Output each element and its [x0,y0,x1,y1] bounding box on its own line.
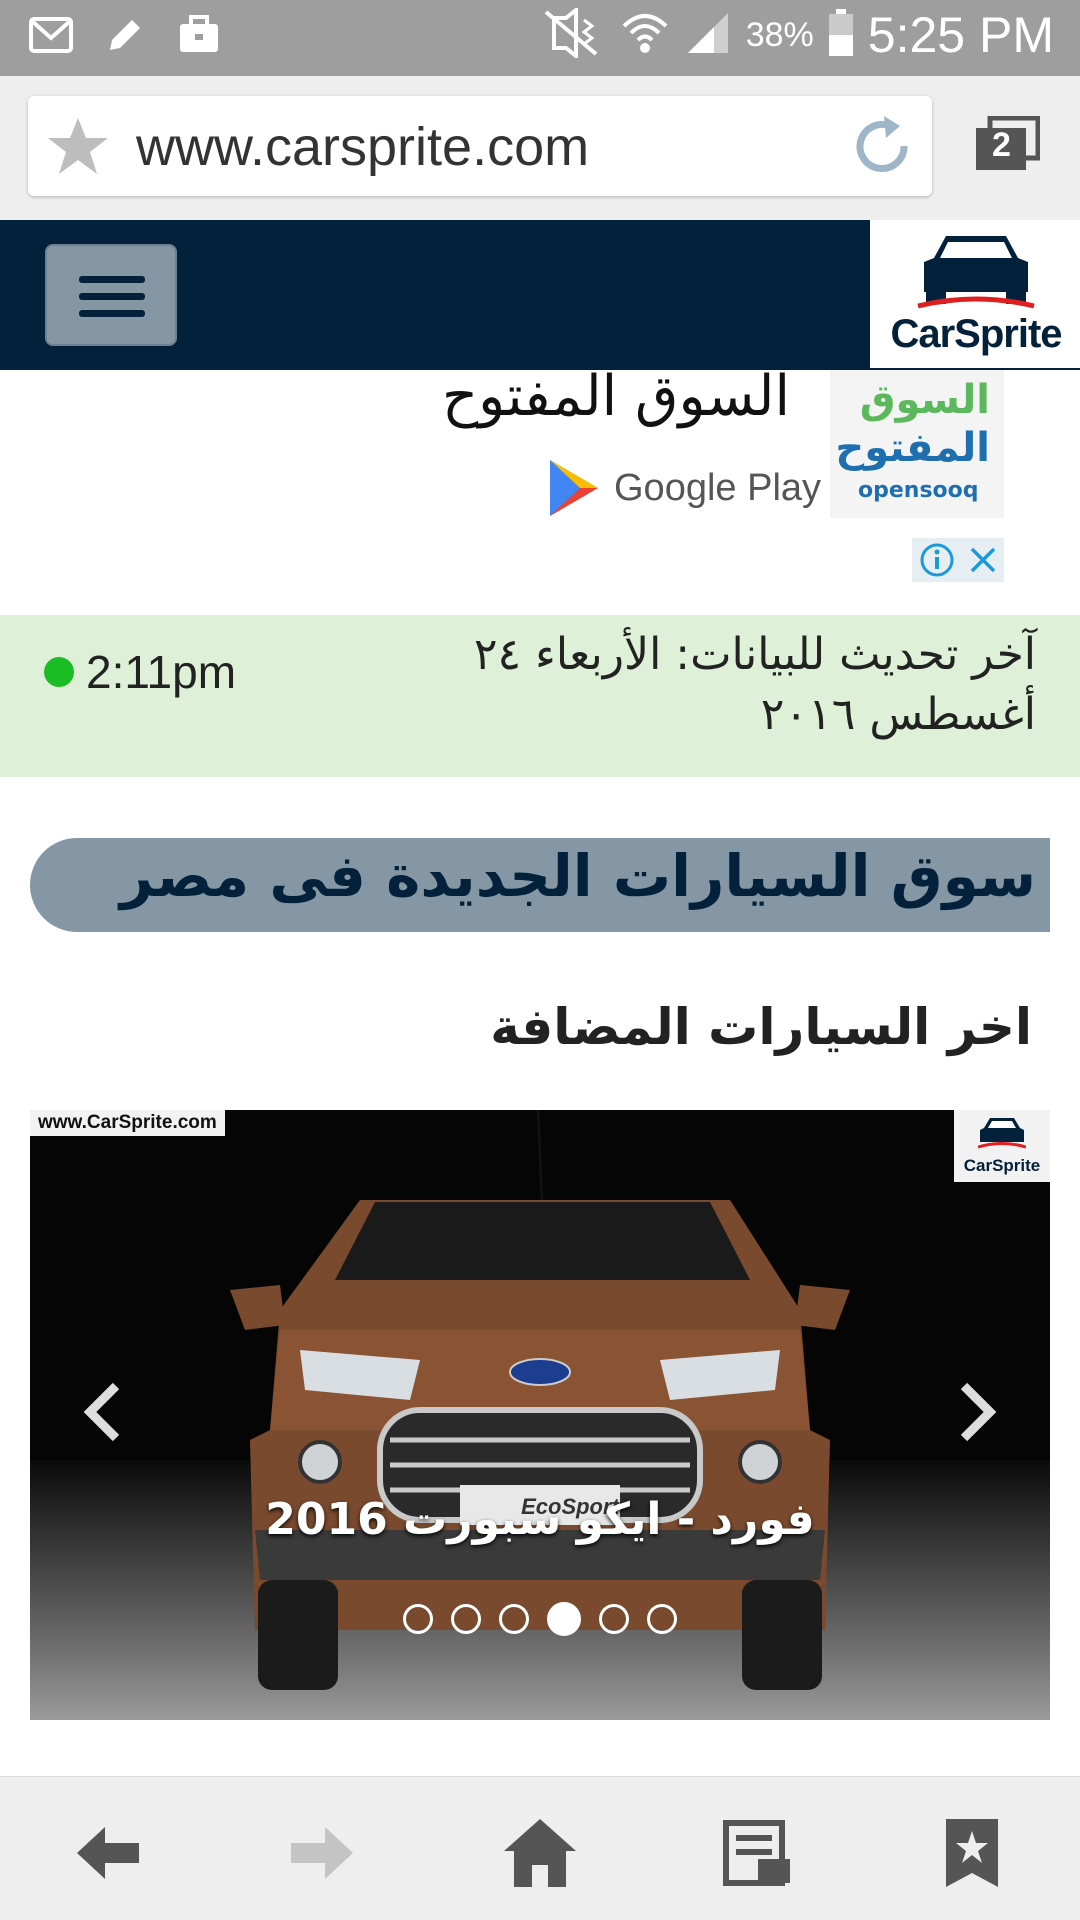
ad-choices[interactable] [912,538,1004,582]
reload-icon[interactable] [850,114,914,182]
google-play-badge[interactable]: Google Play [546,458,821,518]
carousel-dot[interactable] [451,1604,481,1634]
site-header [0,220,868,370]
notification-icons [28,12,222,62]
menu-line [79,310,145,317]
gmail-icon [28,12,74,62]
browser-toolbar: www.carsprite.com 2 [0,76,1080,220]
chevron-left-icon[interactable] [80,1380,124,1444]
pencil-icon [102,12,148,62]
watermark-logo-text: CarSprite [963,1156,1041,1175]
bookmarks-button[interactable] [932,1813,1012,1893]
status-bar: 38% 5:25 PM [0,0,1080,76]
hamburger-menu-button[interactable] [45,244,177,346]
signal-icon [684,9,732,61]
car-logo-icon [978,1118,1026,1149]
carousel-prev-button[interactable] [80,1380,124,1448]
battery-percent: 38% [745,15,814,54]
watermark: www.CarSprite.com [30,1110,225,1136]
menu-line [79,293,145,300]
carousel-next-button[interactable] [956,1380,1000,1448]
ad-banner[interactable]: السوق المفتوح السوق المفتوح opensooq Goo… [0,370,1080,615]
car-carousel[interactable]: EcoSport www.CarSprite.com CarSprite فور… [30,1110,1050,1720]
ad-icon-text-en: opensooq [858,478,979,503]
reading-list-icon[interactable] [722,1819,794,1887]
home-button[interactable] [500,1813,580,1893]
last-update-bar: آخر تحديث للبيانات: الأربعاء ٢٤ أغسطس ٢٠… [0,615,1080,777]
chevron-right-icon[interactable] [956,1380,1000,1444]
banner-title: سوق السيارات الجديدة فى مصر [120,842,1036,910]
bookmark-star-icon[interactable] [46,114,110,182]
forward-arrow-icon[interactable] [287,1821,357,1885]
car-logo-icon [917,236,1035,309]
carousel-dot[interactable] [499,1604,529,1634]
reading-list-button[interactable] [718,1813,798,1893]
address-bar[interactable]: www.carsprite.com [28,96,932,196]
ad-icon-text-line2: المفتوح [835,425,990,471]
forward-button[interactable] [282,1813,362,1893]
wifi-icon [620,8,670,62]
carousel-dot[interactable] [599,1604,629,1634]
home-icon[interactable] [502,1817,578,1889]
clock: 5:25 PM [867,7,1054,63]
carousel-indicators [30,1602,1050,1636]
briefcase-icon [176,12,222,62]
back-button[interactable] [68,1813,148,1893]
ad-title[interactable]: السوق المفتوح [442,370,790,429]
live-indicator-icon [44,657,74,687]
back-arrow-icon[interactable] [73,1821,143,1885]
logo-text: CarSprite [890,312,1062,356]
carousel-dot[interactable] [647,1604,677,1634]
ad-app-icon[interactable]: السوق المفتوح opensooq [830,370,1004,518]
site-logo[interactable]: CarSprite [868,220,1080,370]
carousel-dot[interactable] [547,1602,581,1636]
carousel-dot[interactable] [403,1604,433,1634]
ad-icon-text-line1: السوق [859,377,990,423]
update-time: 2:11pm [86,646,237,698]
slide-caption[interactable]: فورد - ايكو سبورت 2016 [30,1494,1050,1545]
bookmark-icon[interactable] [942,1817,1002,1889]
last-update-text: آخر تحديث للبيانات: الأربعاء ٢٤ أغسطس ٢٠… [473,629,1036,740]
menu-line [79,276,145,283]
tab-switcher-button[interactable]: 2 [974,115,1041,176]
mute-icon [540,5,606,62]
google-play-icon [550,460,598,516]
url-text[interactable]: www.carsprite.com [136,116,589,178]
section-banner: سوق السيارات الجديدة فى مصر [30,838,1050,932]
watermark-logo: CarSprite [954,1110,1050,1182]
browser-bottom-nav [0,1776,1080,1920]
tab-count: 2 [992,126,1011,164]
info-icon[interactable] [919,542,955,578]
latest-cars-heading: اخر السيارات المضافة [490,998,1032,1056]
store-label: Google Play [614,466,822,509]
battery-icon [828,9,854,61]
close-icon[interactable] [968,545,998,575]
